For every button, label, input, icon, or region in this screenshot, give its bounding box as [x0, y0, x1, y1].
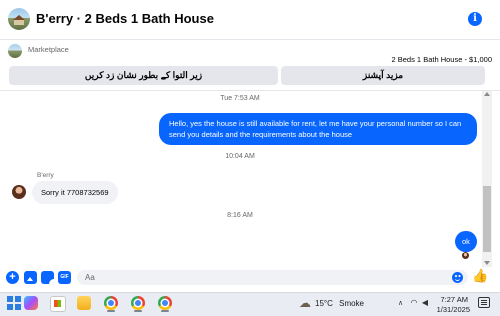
timestamp: Tue 7:53 AM — [220, 95, 260, 102]
gif-icon[interactable]: GIF — [58, 271, 71, 284]
like-icon[interactable]: 👍 — [472, 270, 488, 284]
mark-as-pending-button[interactable]: زیر التوا کے بطور نشان زد کریں — [9, 66, 278, 85]
emoji-icon[interactable] — [452, 272, 463, 283]
chat-title[interactable]: B'erry · 2 Beds 1 Bath House — [36, 11, 214, 26]
timestamp: 10:04 AM — [225, 153, 255, 160]
notification-icon[interactable] — [478, 297, 490, 308]
weather-smoke-icon[interactable]: ☁ — [298, 296, 312, 310]
clock-date[interactable]: 1/31/2025 — [430, 305, 470, 314]
clock-time[interactable]: 7:27 AM — [436, 295, 468, 304]
sender-name: B'erry — [37, 172, 54, 179]
outgoing-message[interactable]: Hello, yes the house is still available … — [159, 113, 477, 145]
weather-condition: Smoke — [339, 299, 365, 308]
sticker-icon[interactable] — [41, 271, 54, 284]
active-indicator — [161, 310, 169, 312]
message-input-placeholder: Aa — [85, 273, 95, 282]
active-indicator — [107, 310, 115, 312]
active-indicator — [134, 310, 142, 312]
message-input[interactable] — [77, 270, 468, 285]
weather-temperature: 15°C — [315, 299, 333, 308]
marketplace-label: Marketplace — [28, 45, 69, 54]
photo-icon[interactable] — [24, 271, 37, 284]
chrome-icon[interactable] — [104, 296, 118, 310]
file-explorer-icon[interactable] — [77, 296, 91, 310]
info-icon[interactable]: i — [468, 12, 482, 26]
listing-avatar[interactable] — [8, 8, 30, 30]
sender-avatar[interactable] — [12, 185, 26, 199]
seen-receipt-avatar — [462, 252, 469, 259]
scroll-down-arrow-icon[interactable] — [484, 261, 490, 265]
weather-status[interactable]: 15°C Smoke — [315, 299, 364, 308]
more-options-button[interactable]: مزید آپشنز — [281, 66, 485, 85]
chrome-icon[interactable] — [158, 296, 172, 310]
outgoing-message[interactable]: ok — [455, 231, 477, 252]
incoming-message[interactable]: Sorry it 7708732569 — [32, 181, 118, 204]
timestamp: 8:16 AM — [227, 212, 253, 219]
start-menu-icon[interactable] — [7, 296, 21, 310]
listing-title-price[interactable]: 2 Beds 1 Bath House - $1,000 — [392, 55, 493, 64]
wifi-icon[interactable]: ◠ — [409, 298, 419, 308]
copilot-icon[interactable] — [24, 296, 38, 310]
plus-icon[interactable]: + — [6, 271, 19, 284]
listing-thumbnail[interactable] — [8, 44, 22, 58]
store-icon[interactable] — [50, 296, 66, 312]
chevron-up-icon[interactable]: ∧ — [398, 299, 403, 307]
speaker-icon[interactable]: ◀ — [420, 298, 430, 308]
scroll-up-arrow-icon[interactable] — [484, 92, 490, 96]
chrome-icon[interactable] — [131, 296, 145, 310]
scrollbar-thumb[interactable] — [483, 186, 491, 252]
